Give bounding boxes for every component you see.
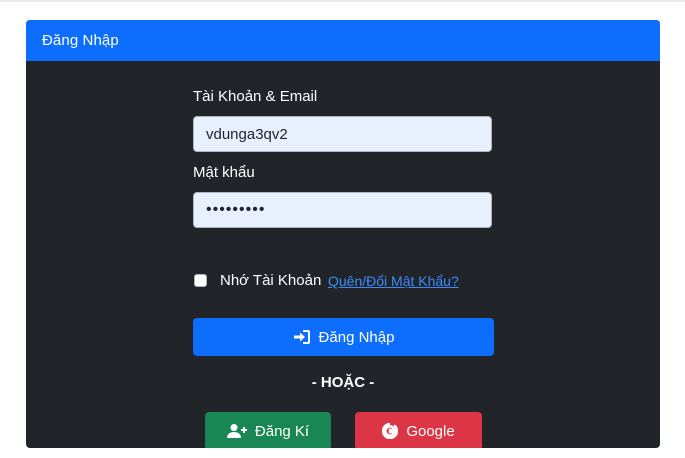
password-label: Mật khẩu	[193, 164, 255, 181]
login-card: Đăng Nhập Tài Khoản & Email Mật khẩu •••…	[26, 20, 660, 448]
password-input[interactable]: •••••••••	[193, 192, 492, 228]
user-plus-icon	[226, 423, 247, 439]
card-title: Đăng Nhập	[42, 32, 119, 49]
google-icon	[382, 423, 399, 439]
register-button[interactable]: Đăng Kí	[205, 412, 331, 448]
card-body: Tài Khoản & Email Mật khẩu ••••••••• Nhớ…	[26, 61, 660, 448]
remember-checkbox[interactable]	[194, 274, 207, 287]
google-button-label: Google	[406, 422, 455, 440]
login-button[interactable]: Đăng Nhập	[193, 318, 494, 356]
remember-label[interactable]: Nhớ Tài Khoản	[220, 272, 321, 289]
forgot-password-link[interactable]: Quên/Đổi Mật Khẩu?	[328, 273, 459, 289]
login-button-label: Đăng Nhập	[318, 328, 395, 346]
google-button[interactable]: Google	[355, 412, 482, 448]
account-input[interactable]	[193, 116, 492, 152]
register-button-label: Đăng Kí	[254, 422, 310, 440]
or-separator: - HOẶC -	[311, 374, 375, 391]
sign-in-icon	[293, 329, 311, 345]
card-header: Đăng Nhập	[26, 20, 660, 61]
account-label: Tài Khoản & Email	[193, 88, 318, 105]
top-divider	[0, 0, 685, 2]
